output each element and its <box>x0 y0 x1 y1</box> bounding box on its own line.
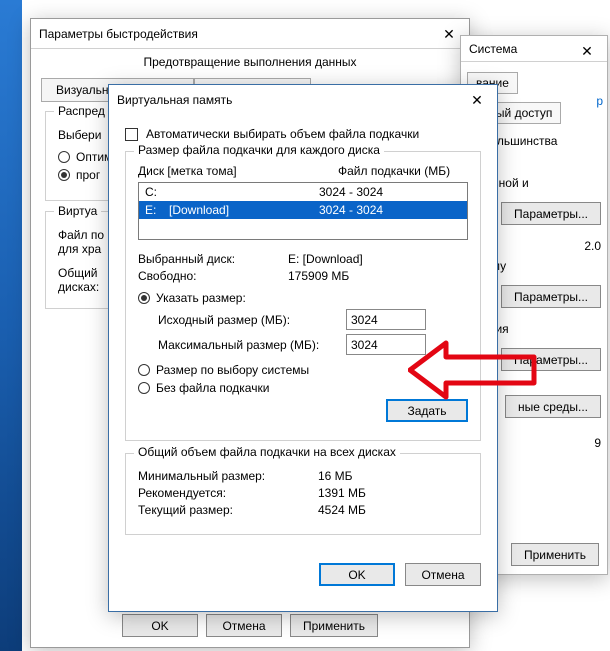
ok-button[interactable]: OK <box>122 614 198 637</box>
free-space-label: Свободно: <box>138 269 288 283</box>
drive-letter: C: <box>139 185 169 199</box>
scheduling-title: Распред <box>54 104 109 118</box>
opt-custom-size[interactable]: Указать размер: <box>138 291 468 305</box>
link-fragment[interactable]: р <box>596 94 603 108</box>
max-size-row: Максимальный размер (МБ): <box>158 334 468 355</box>
opt-system-label: Размер по выбору системы <box>156 363 309 377</box>
cur-value: 4524 МБ <box>318 503 366 517</box>
auto-manage-checkbox[interactable]: Автоматически выбирать объем файла подка… <box>125 127 481 141</box>
params-button[interactable]: Параметры... <box>501 202 601 225</box>
free-space-value: 175909 МБ <box>288 269 349 283</box>
vm-titlebar: Виртуальная память ✕ <box>109 85 497 115</box>
free-space-row: Свободно: 175909 МБ <box>138 269 468 283</box>
params-button[interactable]: Параметры... <box>501 348 601 371</box>
initial-size-label: Исходный размер (МБ): <box>158 313 338 327</box>
radio-icon <box>138 364 150 376</box>
drive-letter: E: <box>139 203 169 217</box>
ok-button[interactable]: OK <box>319 563 395 586</box>
per-drive-title: Размер файла подкачки для каждого диска <box>134 143 384 157</box>
opt-services-label: прог <box>76 168 100 182</box>
perf-titlebar: Параметры быстродействия ✕ <box>31 19 469 49</box>
col-drive: Диск [метка тома] <box>138 164 298 178</box>
vm-group-title: Виртуа <box>54 204 101 218</box>
opt-custom-label: Указать размер: <box>156 291 246 305</box>
drive-label: [Download] <box>169 203 299 217</box>
max-size-label: Максимальный размер (МБ): <box>158 338 338 352</box>
perf-title: Параметры быстродействия <box>39 27 198 41</box>
cancel-button[interactable]: Отмена <box>206 614 282 637</box>
perf-dialog-buttons: OK Отмена Применить <box>31 614 469 637</box>
vm-title: Виртуальная память <box>117 93 232 107</box>
drive-row-e[interactable]: E: [Download] 3024 - 3024 <box>139 201 467 219</box>
radio-icon <box>58 151 70 163</box>
radio-icon <box>138 292 150 304</box>
initial-size-input[interactable] <box>346 309 426 330</box>
auto-manage-label: Автоматически выбирать объем файла подка… <box>146 127 419 141</box>
selected-drive-label: Выбранный диск: <box>138 252 288 266</box>
rec-label: Рекомендуется: <box>138 486 318 500</box>
per-drive-group: Размер файла подкачки для каждого диска … <box>125 151 481 441</box>
drive-list-header: Диск [метка тома] Файл подкачки (МБ) <box>138 164 468 178</box>
total-group-title: Общий объем файла подкачки на всех диска… <box>134 445 400 459</box>
rec-value: 1391 МБ <box>318 486 366 500</box>
drive-size: 3024 - 3024 <box>299 185 467 199</box>
sys-title: Система <box>469 42 517 56</box>
radio-icon <box>58 169 70 181</box>
drive-row-c[interactable]: C: 3024 - 3024 <box>139 183 467 201</box>
env-vars-button[interactable]: ные среды... <box>505 395 601 418</box>
close-icon[interactable]: ✕ <box>567 36 607 66</box>
apply-button[interactable]: Применить <box>290 614 378 637</box>
max-size-input[interactable] <box>346 334 426 355</box>
initial-size-row: Исходный размер (МБ): <box>158 309 468 330</box>
close-icon[interactable]: ✕ <box>457 85 497 115</box>
virtual-memory-dialog: Виртуальная память ✕ Автоматически выбир… <box>108 84 498 612</box>
selected-drive-value: E: [Download] <box>288 252 363 266</box>
opt-none-label: Без файла подкачки <box>156 381 269 395</box>
vm-dialog-buttons: OK Отмена <box>109 557 497 586</box>
min-value: 16 МБ <box>318 469 353 483</box>
cur-label: Текущий размер: <box>138 503 318 517</box>
dep-header: Предотвращение выполнения данных <box>31 49 469 71</box>
desktop-background <box>0 0 22 651</box>
cancel-button[interactable]: Отмена <box>405 563 481 586</box>
set-button[interactable]: Задать <box>386 399 468 422</box>
selected-drive-row: Выбранный диск: E: [Download] <box>138 252 468 266</box>
checkbox-icon <box>125 128 138 141</box>
radio-icon <box>138 382 150 394</box>
opt-system-managed[interactable]: Размер по выбору системы <box>138 363 468 377</box>
params-button[interactable]: Параметры... <box>501 285 601 308</box>
min-label: Минимальный размер: <box>138 469 318 483</box>
drive-list[interactable]: C: 3024 - 3024 E: [Download] 3024 - 3024 <box>138 182 468 240</box>
opt-no-paging[interactable]: Без файла подкачки <box>138 381 468 395</box>
col-size: Файл подкачки (МБ) <box>338 164 450 178</box>
drive-size: 3024 - 3024 <box>299 203 467 217</box>
sys-titlebar: Система ✕ <box>461 36 607 62</box>
apply-button[interactable]: Применить <box>511 543 599 566</box>
total-group: Общий объем файла подкачки на всех диска… <box>125 453 481 535</box>
